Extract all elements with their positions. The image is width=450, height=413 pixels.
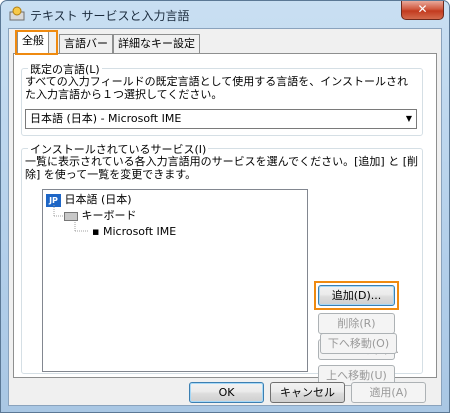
keyboard-settings-icon <box>9 6 25 21</box>
tab-general[interactable]: 全般 <box>17 31 49 54</box>
cancel-button[interactable]: キャンセル <box>270 382 345 403</box>
dialog-body: 全般 言語バー 詳細なキー設定 既定の言語(L) すべての入力フィールドの既定言… <box>8 28 442 406</box>
remove-button[interactable]: 削除(R) <box>318 313 395 334</box>
default-language-description: すべての入力フィールドの既定言語として使用する言語を、インストールされた入力言語… <box>25 75 409 101</box>
tree-service-label: Microsoft IME <box>102 225 177 238</box>
chevron-down-icon: ▼ <box>405 114 412 123</box>
default-language-value: 日本語 (日本) - Microsoft IME <box>30 112 182 125</box>
tab-label: 言語バー <box>64 37 108 50</box>
default-language-select[interactable]: 日本語 (日本) - Microsoft IME ▼ <box>25 109 417 129</box>
default-language-group: 既定の言語(L) すべての入力フィールドの既定言語として使用する言語を、インスト… <box>21 61 423 136</box>
tab-language-bar[interactable]: 言語バー <box>59 34 113 53</box>
apply-button[interactable]: 適用(A) <box>351 382 426 403</box>
tree-item-category[interactable]: キーボード <box>64 209 137 223</box>
move-down-button[interactable]: 下へ移動(O) <box>320 333 397 354</box>
tab-advanced-key-settings[interactable]: 詳細なキー設定 <box>113 34 200 53</box>
window-title: テキスト サービスと入力言語 <box>30 9 190 23</box>
tree-item-service[interactable]: ▪ Microsoft IME <box>92 225 176 239</box>
close-button[interactable]: ✕ <box>401 1 444 20</box>
tree-category-label: キーボード <box>81 209 137 222</box>
keyboard-icon <box>64 211 78 221</box>
add-button[interactable]: 追加(D)... <box>318 285 395 306</box>
general-tab-panel: 既定の言語(L) すべての入力フィールドの既定言語として使用する言語を、インスト… <box>13 53 437 386</box>
title-bar[interactable]: テキスト サービスと入力言語 ✕ <box>1 1 449 27</box>
installed-services-description: 一覧に表示されている各入力言語用のサービスを選んでください。[追加] と [削除… <box>25 155 418 181</box>
installed-services-tree[interactable]: JP 日本語 (日本) キーボード ▪ Microsoft IME <box>42 189 308 372</box>
tab-label: 全般 <box>22 34 44 47</box>
bullet-icon: ▪ <box>92 225 100 238</box>
close-icon: ✕ <box>417 2 428 16</box>
dialog-window: テキスト サービスと入力言語 ✕ 全般 言語バー 詳細なキー設定 既定の言語(L… <box>0 0 450 413</box>
ok-button[interactable]: OK <box>189 382 264 403</box>
tab-label: 詳細なキー設定 <box>118 37 195 50</box>
